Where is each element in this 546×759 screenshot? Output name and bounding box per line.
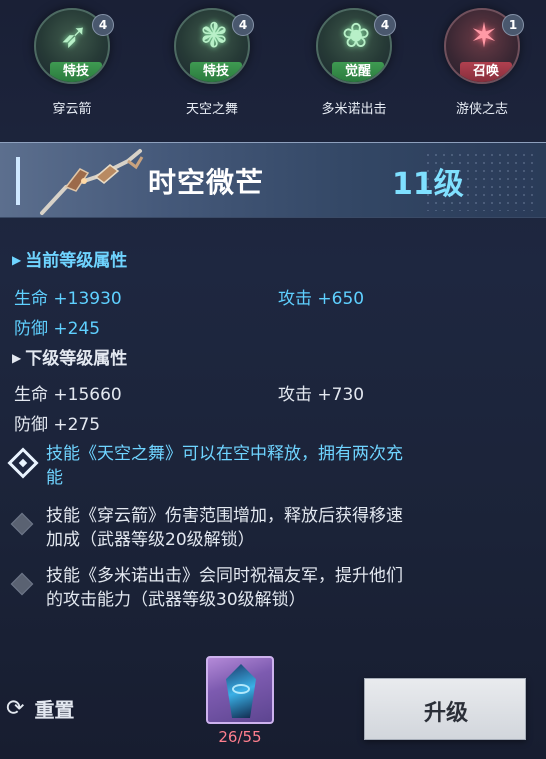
next-attributes-heading: ▶ 下级等级属性 bbox=[12, 344, 127, 369]
skill-level-badge: 4 bbox=[232, 14, 254, 36]
skill-level-badge: 1 bbox=[502, 14, 524, 36]
skill-type-badge: 召唤 bbox=[460, 62, 512, 82]
weapon-name: 时空微芒 bbox=[148, 166, 265, 199]
note-text: 技能《多米诺出击》会同时祝福友军，提升他们 的攻击能力（武器等级30级解锁） bbox=[46, 564, 486, 612]
note-line: 能 bbox=[46, 468, 63, 488]
current-hp: 生命 +13930 bbox=[14, 289, 122, 309]
skill-name: 多米诺出击 bbox=[321, 102, 387, 117]
triangle-right-icon: ▶ bbox=[12, 253, 22, 267]
reset-button[interactable]: ⟳ 重置 bbox=[6, 692, 74, 724]
bow-weapon-icon bbox=[40, 149, 144, 215]
accent-bar bbox=[16, 157, 20, 205]
note-line: 的攻击能力（武器等级30级解锁） bbox=[46, 590, 306, 610]
current-attributes-title: 当前等级属性 bbox=[25, 251, 128, 271]
current-attributes-heading: ▶ 当前等级属性 bbox=[12, 246, 127, 271]
bottom-bar: ⟳ 重置 26/55 升级 bbox=[0, 640, 546, 759]
reset-label: 重置 bbox=[34, 697, 75, 722]
note-line: 技能《多米诺出击》会同时祝福友军，提升他们 bbox=[46, 566, 403, 586]
skill-name: 游侠之志 bbox=[455, 102, 508, 117]
note-text: 技能《穿云箭》伤害范围增加，释放后获得移速 加成（武器等级20级解锁） bbox=[46, 504, 486, 552]
skill-youxiazhizhi[interactable]: ✶ 召唤 1 游侠之志 bbox=[440, 8, 524, 118]
current-defense: 防御 +245 bbox=[14, 319, 101, 339]
skill-level-badge: 4 bbox=[92, 14, 114, 36]
diamond-icon bbox=[10, 572, 34, 596]
note-line: 技能《天空之舞》可以在空中释放，拥有两次充 bbox=[46, 444, 403, 464]
skill-tiankongzhiwu[interactable]: ❃ 特技 4 天空之舞 bbox=[170, 8, 254, 118]
skill-chuanyunjian[interactable]: ➶ 特技 4 穿云箭 bbox=[30, 8, 114, 118]
next-attributes-title: 下级等级属性 bbox=[25, 349, 128, 369]
current-attack: 攻击 +650 bbox=[278, 289, 365, 309]
material-count: 26/55 bbox=[218, 728, 262, 746]
skill-type-badge: 觉醒 bbox=[332, 62, 384, 82]
upgrade-material-slot[interactable] bbox=[206, 656, 274, 724]
next-attack: 攻击 +730 bbox=[278, 385, 365, 405]
note-text: 技能《天空之舞》可以在空中释放，拥有两次充 能 bbox=[46, 442, 486, 490]
skill-duominuochuji[interactable]: ❀ 觉醒 4 多米诺出击 bbox=[312, 8, 396, 118]
diamond-active-icon bbox=[7, 447, 39, 479]
skill-row: ➶ 特技 4 穿云箭 ❃ 特技 4 天空之舞 ❀ 觉醒 4 多米诺出击 ✶ 召唤… bbox=[0, 0, 546, 130]
upgrade-button[interactable]: 升级 bbox=[364, 678, 526, 740]
skill-name: 穿云箭 bbox=[52, 102, 92, 117]
note-line: 加成（武器等级20级解锁） bbox=[46, 530, 255, 550]
swirl-icon bbox=[232, 684, 250, 694]
next-defense: 防御 +275 bbox=[14, 415, 101, 435]
refresh-icon: ⟳ bbox=[6, 695, 25, 721]
next-hp: 生命 +15660 bbox=[14, 385, 122, 405]
skill-type-badge: 特技 bbox=[190, 62, 242, 82]
skill-name: 天空之舞 bbox=[185, 102, 238, 117]
skill-type-badge: 特技 bbox=[50, 62, 102, 82]
decorative-dots bbox=[424, 151, 534, 211]
diamond-icon bbox=[10, 512, 34, 536]
note-line: 技能《穿云箭》伤害范围增加，释放后获得移速 bbox=[46, 506, 403, 526]
upgrade-label: 升级 bbox=[423, 701, 468, 726]
triangle-right-icon: ▶ bbox=[12, 351, 22, 365]
weapon-header: 时空微芒 11级 bbox=[0, 142, 546, 218]
skill-level-badge: 4 bbox=[374, 14, 396, 36]
